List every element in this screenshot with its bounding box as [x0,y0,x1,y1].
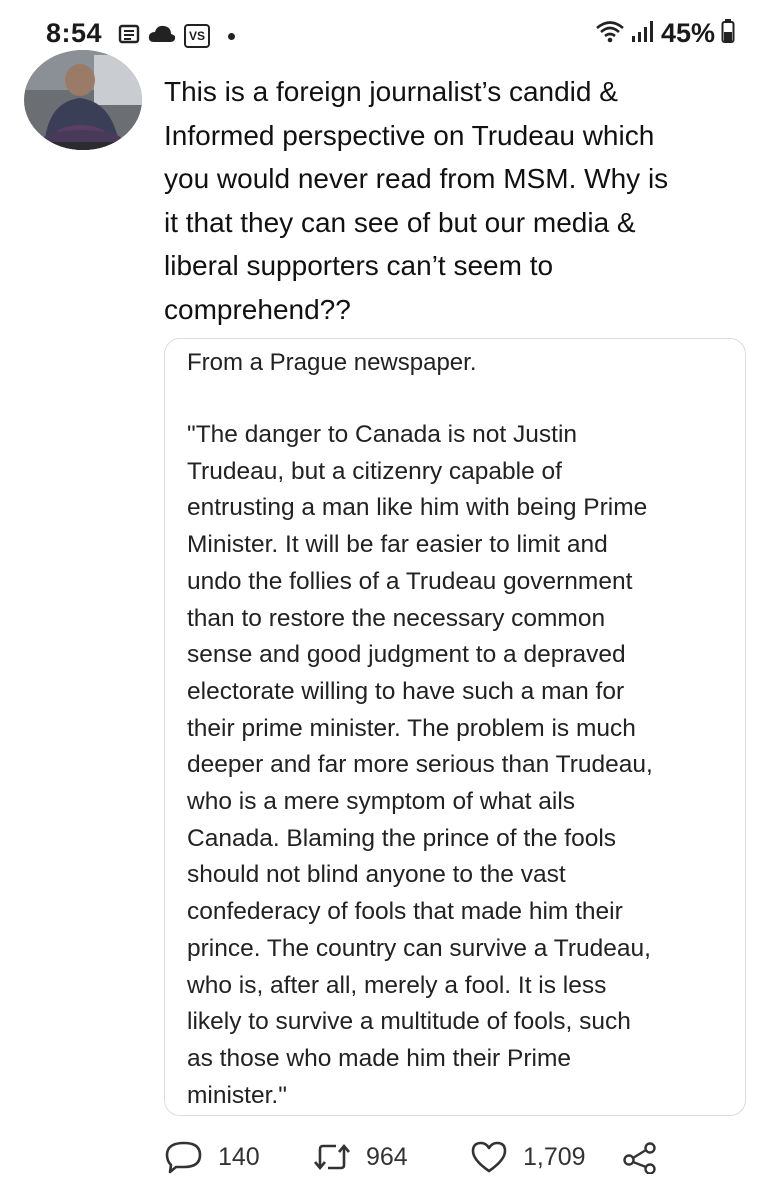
avatar[interactable] [24,50,142,150]
reply-icon [164,1140,204,1174]
message-icon [118,23,140,50]
quote-source: From a Prague newspaper. [187,349,477,376]
status-notification-icons: VS [118,22,235,50]
cloud-icon [148,24,176,49]
status-time: 8:54 [46,18,103,48]
heart-icon [469,1140,509,1174]
vs-badge: VS [184,24,210,48]
reply-count: 140 [218,1142,260,1171]
like-count: 1,709 [523,1142,586,1171]
like-button[interactable]: 1,709 [469,1140,586,1174]
signal-icon [631,19,655,48]
wifi-icon [595,19,625,48]
battery-icon [721,18,735,49]
status-right: 45% [595,18,735,49]
tweet-text: This is a foreign journalist’s candid & … [164,76,669,325]
quote-body: "The danger to Canada is not Justin Trud… [187,421,653,1109]
tweet-actions: 140 964 1,709 [164,1140,744,1180]
quoted-image-card[interactable]: From a Prague newspaper. "The danger to … [164,338,746,1116]
retweet-icon [312,1140,352,1174]
share-icon [622,1140,658,1174]
reply-button[interactable]: 140 [164,1140,260,1174]
share-button[interactable] [622,1140,658,1174]
notification-dot-icon [228,32,235,40]
retweet-button[interactable]: 964 [312,1140,408,1174]
retweet-count: 964 [366,1142,408,1171]
battery-percent: 45% [660,18,715,48]
